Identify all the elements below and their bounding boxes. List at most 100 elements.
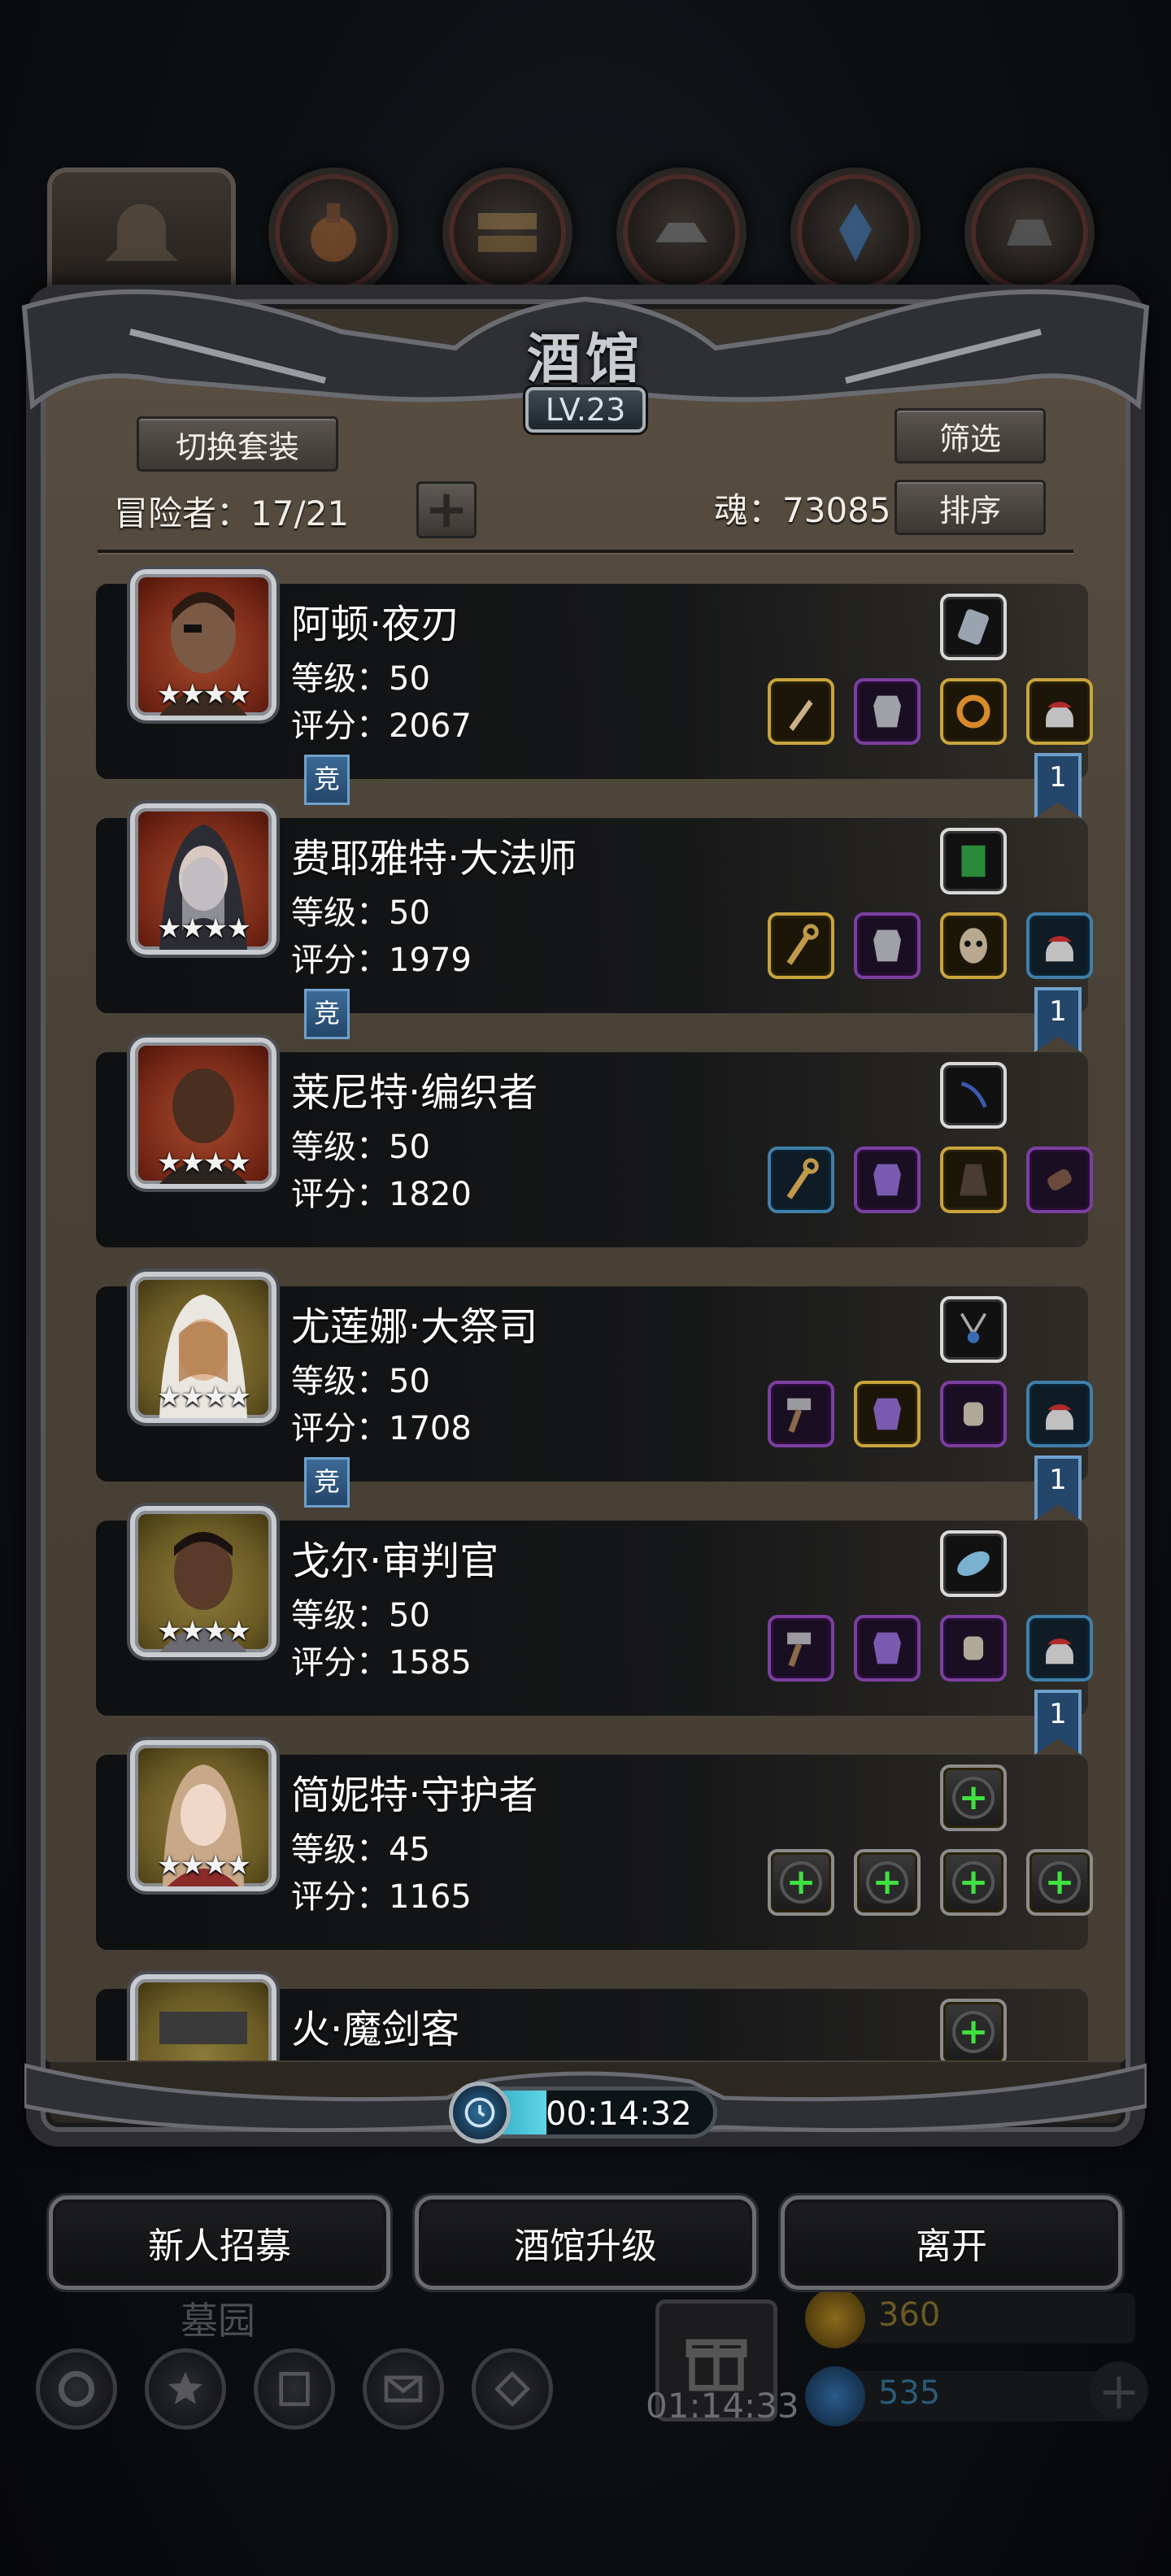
empty-equip-slot[interactable]: + [940, 1849, 1007, 1916]
empty-equip-slot[interactable]: + [854, 1849, 921, 1916]
equip-slot[interactable] [940, 1615, 1007, 1682]
scroll-icon [957, 1551, 990, 1577]
header-divider [98, 550, 1073, 553]
card-icon [958, 609, 989, 645]
hat-icon [105, 204, 178, 261]
empty-equip-slot[interactable]: + [768, 1849, 834, 1916]
equip-slot[interactable] [854, 1615, 921, 1682]
adventurer-row[interactable]: ★★★★ 费耶雅特·大法师 等级：50 评分：1979 [96, 803, 1093, 1013]
armor-icon [873, 1632, 901, 1664]
hud-star-icon [145, 2348, 226, 2430]
adventurer-name: 阿顿·夜刃 [291, 602, 460, 647]
leave-button[interactable]: 离开 [781, 2195, 1122, 2290]
cloak-icon [960, 1164, 987, 1196]
sort-button[interactable]: 排序 [895, 480, 1046, 535]
page-title-wrap: 酒馆 [0, 315, 1171, 394]
equip-slot[interactable] [940, 1530, 1007, 1597]
equip-slot[interactable] [1026, 678, 1093, 745]
equip-slot[interactable] [854, 1147, 921, 1213]
adventurer-row[interactable]: ★★★★ 莱尼特·编织者 等级：50 评分：1820 [96, 1038, 1093, 1247]
armor-icon [873, 695, 901, 728]
equip-slot[interactable] [768, 1147, 834, 1213]
arena-badge: 竞 [304, 755, 350, 805]
equip-slot[interactable] [940, 828, 1007, 894]
hammer-icon [787, 1632, 812, 1667]
adventurer-score: 评分：1165 [291, 1878, 472, 1916]
empty-equip-slot[interactable]: + [1026, 1849, 1093, 1916]
adventurer-row[interactable]: ★★★★ 戈尔·审判官 等级：50 评分：1585 [96, 1506, 1093, 1716]
adventurer-row[interactable]: 火·魔剑客 + [96, 1974, 1088, 2060]
equip-slot[interactable] [854, 912, 921, 979]
switch-outfit-button[interactable]: 切换套装 [137, 416, 338, 472]
helmet-icon [1046, 1404, 1073, 1430]
crystal-icon [839, 203, 872, 262]
equip-slot[interactable] [940, 678, 1007, 745]
equip-slot[interactable] [1026, 912, 1093, 979]
add-equip-icon: + [1042, 1865, 1077, 1900]
armor-icon [873, 929, 901, 962]
equip-slot[interactable] [940, 912, 1007, 979]
adventurer-score: 评分：1979 [291, 942, 472, 979]
equip-slot[interactable] [940, 1296, 1007, 1363]
adventurer-level: 等级：50 [291, 1129, 430, 1166]
mask-icon [960, 928, 987, 964]
helmet-icon [1046, 702, 1073, 728]
add-slot-button[interactable]: + [416, 480, 477, 540]
clock-icon [449, 2082, 511, 2143]
tab-wood[interactable] [442, 168, 572, 298]
staff-icon [786, 924, 819, 965]
recruit-button[interactable]: 新人招募 [49, 2195, 390, 2290]
equip-slot[interactable] [768, 912, 834, 979]
equip-slot[interactable] [940, 1062, 1007, 1129]
adventurer-name: 尤莲娜·大祭司 [291, 1304, 538, 1350]
equip-slot[interactable] [768, 678, 834, 745]
plus-icon: + [424, 480, 468, 540]
empty-equip-slot[interactable]: + [940, 1999, 1007, 2060]
equip-slot[interactable] [940, 594, 1007, 660]
gauntlet-icon [963, 1402, 984, 1426]
adventurer-score: 评分：2067 [291, 707, 472, 745]
equip-slot[interactable] [1026, 1147, 1093, 1213]
gift-timer: 01:14:33 [646, 2386, 799, 2426]
portrait-avatar: ★★★★ [130, 1038, 276, 1189]
equip-slot[interactable] [1026, 1615, 1093, 1682]
adventurer-row[interactable]: ★★★★ 阿顿·夜刃 等级：50 评分：2067 [96, 569, 1093, 779]
hud-map-icon [254, 2348, 335, 2430]
rank-ribbon: 1 [1034, 753, 1082, 818]
adventurer-score: 评分：1820 [291, 1176, 472, 1213]
gem-value: 535 [878, 2374, 941, 2412]
adventurer-row[interactable]: ★★★★ 简妮特·守护者 等级：45 评分：1165 + + + + + [96, 1740, 1093, 1950]
portrait-avatar: ★★★★ [130, 1506, 276, 1657]
ring-icon [956, 694, 990, 729]
portrait-avatar: ★★★★ [130, 803, 276, 955]
tab-potion[interactable] [268, 168, 398, 298]
bracer-icon [1047, 1169, 1072, 1190]
adventurer-list[interactable]: ★★★★ 阿顿·夜刃 等级：50 评分：2067 竞 1 ★★★★ 费耶雅特·大… [46, 561, 1125, 2060]
helmet-icon [1046, 1638, 1073, 1664]
tab-crystal[interactable] [790, 168, 921, 298]
tab-iron[interactable] [616, 168, 747, 298]
adventurer-name: 费耶雅特·大法师 [291, 836, 577, 881]
tab-stone[interactable] [964, 168, 1095, 298]
equip-slot[interactable] [854, 678, 921, 745]
gold-coin-icon [805, 2288, 865, 2348]
equip-slot[interactable] [854, 1381, 921, 1447]
hud-settings-icon [36, 2348, 117, 2430]
adventurer-name: 戈尔·审判官 [291, 1538, 499, 1584]
arena-badge: 竞 [304, 1457, 350, 1508]
timer-text: 00:14:32 [546, 2095, 692, 2133]
rank-ribbon: 1 [1034, 1456, 1082, 1521]
upgrade-tavern-button[interactable]: 酒馆升级 [415, 2195, 756, 2290]
empty-equip-slot[interactable]: + [940, 1764, 1007, 1831]
stone-icon [1007, 220, 1052, 246]
equip-slot[interactable] [768, 1381, 834, 1447]
equip-slot[interactable] [1026, 1381, 1093, 1447]
adventurer-name: 莱尼特·编织者 [291, 1070, 538, 1116]
filter-button[interactable]: 筛选 [895, 408, 1046, 463]
amulet-icon [960, 1312, 987, 1343]
equip-slot[interactable] [940, 1147, 1007, 1213]
equip-slot[interactable] [768, 1615, 834, 1682]
adventurer-row[interactable]: ★★★★ 尤莲娜·大祭司 等级：50 评分：1708 [96, 1272, 1093, 1482]
equip-slot[interactable] [940, 1381, 1007, 1447]
hud-mail-icon [363, 2348, 444, 2430]
